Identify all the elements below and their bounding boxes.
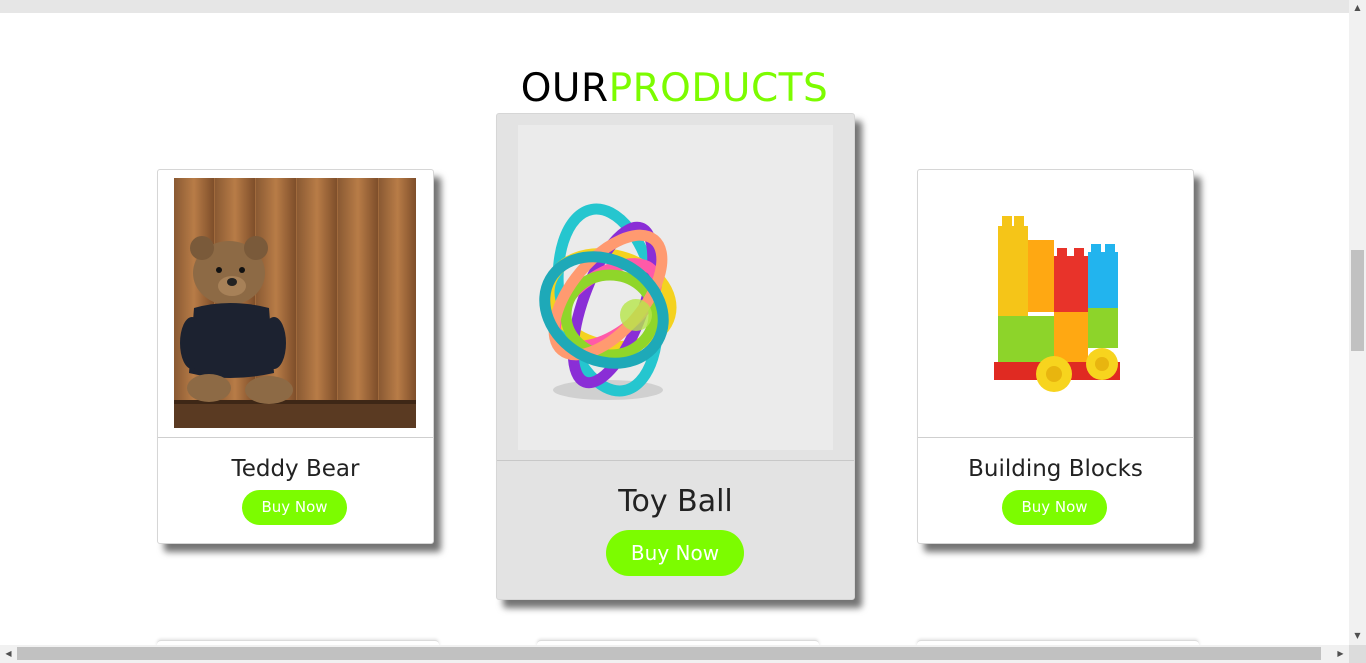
section-title-our: OUR <box>520 66 609 111</box>
section-title: OURPRODUCTS <box>0 67 1349 111</box>
buy-now-button[interactable]: Buy Now <box>242 490 347 525</box>
buy-now-button[interactable]: Buy Now <box>1002 490 1107 525</box>
horizontal-scrollbar[interactable]: ◀ ▶ <box>0 645 1349 663</box>
scroll-right-arrow-icon[interactable]: ▶ <box>1332 645 1349 663</box>
vertical-scrollbar[interactable]: ▲ ▼ <box>1349 0 1366 645</box>
card-divider <box>497 460 854 461</box>
scroll-down-arrow-icon[interactable]: ▼ <box>1349 628 1366 643</box>
product-name: Teddy Bear <box>231 456 360 482</box>
card-divider <box>158 437 433 438</box>
product-card-toy-ball: Toy Ball Buy Now <box>496 113 855 600</box>
building-blocks-image <box>934 178 1176 428</box>
horizontal-scroll-thumb[interactable] <box>17 647 1321 660</box>
page-content: OURPRODUCTS Teddy Bear Buy Now Toy Ball … <box>0 13 1349 645</box>
teddy-bear-image <box>174 178 416 428</box>
toy-ball-image <box>518 125 833 450</box>
product-card-teddy-bear: Teddy Bear Buy Now <box>157 169 434 544</box>
scrollbar-corner <box>1349 645 1366 663</box>
section-title-products: PRODUCTS <box>608 66 829 111</box>
buy-now-button[interactable]: Buy Now <box>606 530 744 576</box>
product-name: Building Blocks <box>968 456 1143 482</box>
browser-top-bar <box>0 0 1366 13</box>
product-name: Toy Ball <box>618 484 733 519</box>
vertical-scroll-thumb[interactable] <box>1351 250 1364 351</box>
product-card-building-blocks: Building Blocks Buy Now <box>917 169 1194 544</box>
scroll-left-arrow-icon[interactable]: ◀ <box>0 645 17 663</box>
card-divider <box>918 437 1193 438</box>
scroll-up-arrow-icon[interactable]: ▲ <box>1349 0 1366 15</box>
